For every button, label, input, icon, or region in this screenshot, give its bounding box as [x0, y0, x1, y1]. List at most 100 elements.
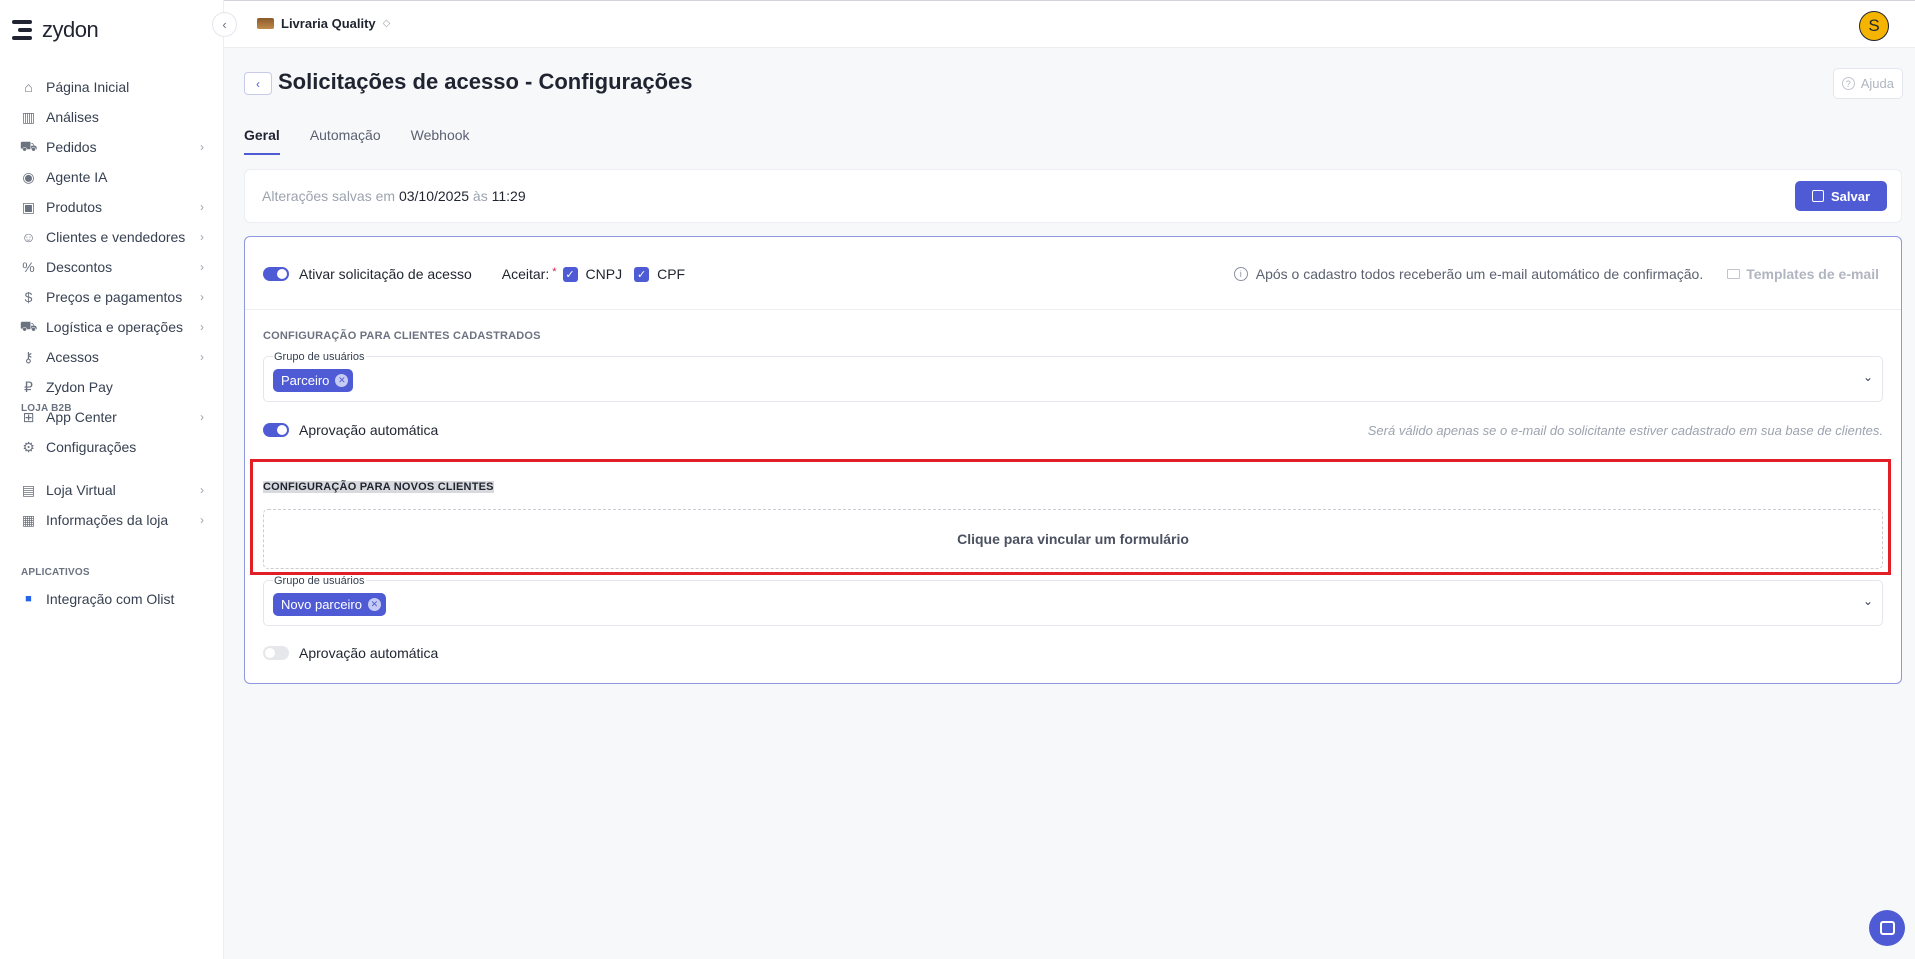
save-status-card: Alterações salvas em 03/10/2025 às 11:29… — [244, 169, 1902, 223]
sidebar-item-label: Logística e operações — [46, 319, 183, 335]
new-clients-auto-approval-row: Aprovação automática — [263, 643, 1883, 663]
sidebar-item-descontos[interactable]: % Descontos › — [0, 252, 224, 282]
saved-date: 03/10/2025 — [398, 188, 470, 204]
page-title-bold: Configurações — [538, 69, 693, 94]
cnpj-checkbox[interactable]: ✓ — [562, 266, 578, 282]
brand-logo[interactable]: zydon — [12, 17, 99, 43]
remove-chip-icon[interactable]: ✕ — [367, 598, 381, 611]
sidebar-item-label: Análises — [46, 109, 99, 125]
sidebar-item-label: Informações da loja — [46, 512, 169, 528]
saved-middle: às — [469, 188, 492, 204]
sidebar-section-title: APLICATIVOS — [21, 567, 90, 578]
selector-icon: ◇ — [382, 18, 391, 29]
sidebar-item-clientes-e-vendedores[interactable]: ☺ Clientes e vendedores › — [0, 222, 224, 252]
store-name: Livraria Quality — [281, 16, 376, 31]
sidebar-item-integração-com-olist[interactable]: ■ Integração com Olist — [0, 584, 224, 614]
chip-label: Novo parceiro — [281, 597, 362, 612]
saved-prefix: Alterações salvas em — [262, 188, 399, 204]
sidebar-item-label: Acessos — [46, 349, 99, 365]
chevron-down-icon[interactable]: ⌄ — [1863, 594, 1873, 608]
sidebar-item-configurações[interactable]: ⚙ Configurações — [0, 432, 224, 462]
truck-icon: ⛟ — [19, 317, 38, 334]
sidebar-item-acessos[interactable]: ⚷ Acessos › — [0, 342, 224, 372]
dollar-icon: $ — [24, 289, 33, 305]
sidebar-item-label: Descontos — [46, 259, 113, 275]
sidebar-item-label: Clientes e vendedores — [46, 229, 186, 245]
chevron-right-icon: › — [200, 230, 204, 244]
chevron-right-icon: › — [200, 290, 204, 304]
chevron-down-icon[interactable]: ⌄ — [1863, 370, 1873, 384]
sidebar-item-página-inicial[interactable]: ⌂ Página Inicial — [0, 72, 224, 102]
sidebar-item-label: Pedidos — [46, 139, 97, 155]
required-mark: * — [552, 266, 557, 278]
tab-automacao[interactable]: Automação — [310, 127, 381, 155]
collapse-sidebar-button[interactable]: ‹ — [212, 12, 237, 37]
back-button[interactable]: ‹ — [244, 72, 272, 95]
chip-label: Parceiro — [281, 373, 330, 388]
sidebar: zydon ⌂ Página Inicial ▥ Análises ⛟ Pedidos › ◉… — [0, 0, 224, 959]
email-templates-button[interactable]: Templates de e-mail — [1727, 266, 1879, 282]
sidebar-item-pedidos[interactable]: ⛟ Pedidos › — [0, 132, 224, 162]
save-button[interactable]: Salvar — [1795, 181, 1887, 211]
page-title: Solicitações de acesso - Configurações — [278, 69, 693, 95]
group-select-label: Grupo de usuários — [273, 575, 366, 587]
enable-row: Ativar solicitação de acesso Aceitar: * … — [263, 264, 1879, 284]
group-chip[interactable]: Parceiro ✕ — [273, 369, 354, 392]
home-icon: ⌂ — [24, 79, 33, 95]
question-icon: ? — [1841, 77, 1855, 90]
page-title-prefix: Solicitações de acesso - — [278, 69, 539, 94]
sidebar-item-produtos[interactable]: ▣ Produtos › — [0, 192, 224, 222]
enable-request-toggle[interactable] — [263, 267, 289, 281]
box-icon: ▣ — [21, 198, 36, 215]
chat-icon — [1879, 921, 1895, 935]
chat-support-button[interactable] — [1869, 910, 1905, 946]
group-chip[interactable]: Novo parceiro ✕ — [273, 593, 386, 616]
new-clients-group-select[interactable]: Grupo de usuários Novo parceiro ✕ ⌄ — [263, 575, 1883, 626]
new-clients-auto-approval-toggle[interactable] — [263, 646, 289, 660]
sidebar-item-preços-e-pagamentos[interactable]: $ Preços e pagamentos › — [0, 282, 224, 312]
sidebar-item-informações-da-loja[interactable]: ▦ Informações da loja › — [0, 505, 224, 535]
sidebar-item-loja-virtual[interactable]: ▤ Loja Virtual › — [0, 475, 224, 505]
cpf-checkbox[interactable]: ✓ — [634, 266, 650, 282]
registered-auto-approval-toggle[interactable] — [263, 423, 289, 437]
store-selector[interactable]: Livraria Quality ◇ — [257, 16, 390, 31]
registered-group-select[interactable]: Grupo de usuários Parceiro ✕ ⌄ — [263, 351, 1883, 402]
enable-request-label: Ativar solicitação de acesso — [299, 266, 472, 282]
remove-chip-icon[interactable]: ✕ — [335, 374, 349, 387]
save-label: Salvar — [1830, 188, 1871, 204]
sidebar-item-agente-ia[interactable]: ◉ Agente IA — [0, 162, 224, 192]
accept-label: Aceitar: — [501, 266, 550, 282]
chevron-right-icon: › — [200, 200, 204, 214]
chevron-right-icon: › — [200, 410, 204, 424]
store-icon — [257, 18, 274, 29]
chevron-right-icon: › — [200, 350, 204, 364]
envelope-icon — [1727, 269, 1741, 279]
sidebar-item-logística-e-operações[interactable]: ⛟ Logística e operações › — [0, 312, 224, 342]
link-form-dropzone[interactable]: Clique para vincular um formulário — [263, 509, 1883, 569]
help-button[interactable]: ? Ajuda — [1832, 68, 1903, 99]
tab-webhook[interactable]: Webhook — [411, 127, 470, 155]
tab-geral[interactable]: Geral — [244, 127, 280, 155]
sidebar-item-label: Loja Virtual — [46, 482, 116, 498]
config-card: Ativar solicitação de acesso Aceitar: * … — [244, 236, 1902, 684]
cart-icon: ⛟ — [19, 137, 38, 154]
group-select-label: Grupo de usuários — [273, 351, 366, 363]
sidebar-item-label: Produtos — [46, 199, 103, 215]
discount-icon: % — [22, 259, 35, 275]
chevron-right-icon: › — [200, 483, 204, 497]
avatar[interactable]: S — [1859, 11, 1889, 41]
help-label: Ajuda — [1860, 76, 1894, 91]
sidebar-item-zydon-pay[interactable]: ₽ Zydon Pay — [0, 372, 224, 402]
gear-icon: ⚙ — [22, 438, 35, 455]
bar-chart-icon: ▥ — [21, 108, 36, 125]
saved-time: 11:29 — [491, 188, 526, 204]
auto-approval-label: Aprovação automática — [299, 645, 439, 661]
info-text: Após o cadastro todos receberão um e-mai… — [1255, 266, 1704, 282]
sidebar-nav: ⌂ Página Inicial ▥ Análises ⛟ Pedidos › ◉ Agente… — [0, 70, 224, 630]
users-icon: ☺ — [21, 229, 36, 245]
chevron-right-icon: › — [200, 513, 204, 527]
sidebar-item-análises[interactable]: ▥ Análises — [0, 102, 224, 132]
saved-status-text: Alterações salvas em 03/10/2025 às 11:29 — [262, 188, 526, 204]
cpf-label: CPF — [657, 266, 686, 282]
zydon-logo-icon — [12, 18, 34, 42]
